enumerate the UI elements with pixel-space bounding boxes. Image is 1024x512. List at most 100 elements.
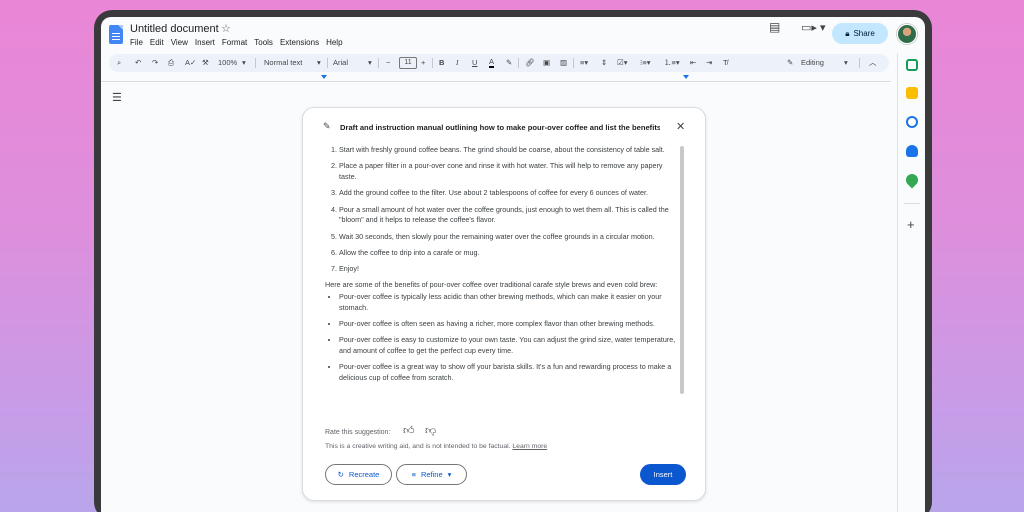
divider [378, 58, 379, 68]
editing-mode-select[interactable]: Editing [801, 57, 824, 69]
paragraph-style-select[interactable]: Normal text [264, 57, 302, 69]
menu-insert[interactable]: Insert [195, 38, 215, 47]
list-item: Wait 30 seconds, then slowly pour the re… [339, 232, 679, 243]
numbered-list-icon[interactable]: ⒈≡▾ [664, 57, 680, 69]
decrease-font-size-icon[interactable]: − [386, 57, 390, 69]
chevron-down-icon: ▾ [368, 58, 372, 67]
recreate-button[interactable]: ↻ Recreate [325, 464, 392, 485]
add-comment-icon[interactable]: ▣ [543, 57, 550, 69]
refine-icon: ≡ [411, 470, 416, 479]
paint-format-icon[interactable]: ⚒ [202, 57, 209, 69]
document-title[interactable]: Untitled document [130, 23, 219, 35]
divider [859, 58, 860, 68]
zoom-select[interactable]: 100% [218, 57, 237, 69]
list-item: Add the ground coffee to the filter. Use… [339, 188, 679, 199]
calendar-icon[interactable] [906, 59, 918, 71]
tasks-icon[interactable] [906, 116, 918, 128]
divider [573, 58, 574, 68]
highlight-icon[interactable]: ✎ [506, 57, 512, 69]
menu-tools[interactable]: Tools [254, 38, 273, 47]
meet-video-icon[interactable]: ▭▸ ▾ [801, 21, 826, 34]
menu-file[interactable]: File [130, 38, 143, 47]
docs-logo-icon[interactable] [109, 25, 123, 44]
checklist-icon[interactable]: ☑▾ [617, 57, 628, 69]
add-addon-icon[interactable]: + [907, 217, 915, 232]
disclaimer: This is a creative writing aid, and is n… [325, 443, 547, 450]
help-me-write-card: ✎ Draft and instruction manual outlining… [302, 107, 706, 501]
share-label: Share [853, 29, 875, 38]
list-item: Pour-over coffee is often seen as having… [339, 319, 679, 330]
maps-icon[interactable] [903, 171, 921, 189]
print-icon[interactable]: ⎙ [168, 57, 174, 69]
divider [518, 58, 519, 68]
underline-icon[interactable]: U [472, 57, 477, 69]
decrease-indent-icon[interactable]: ⇤ [690, 57, 696, 69]
menu-help[interactable]: Help [326, 38, 342, 47]
right-indent-marker[interactable] [683, 75, 689, 79]
prompt-text[interactable]: Draft and instruction manual outlining h… [340, 123, 660, 132]
redo-icon[interactable]: ↷ [152, 57, 158, 69]
thumbs-down-icon[interactable]: 👎︎ [425, 424, 436, 437]
line-spacing-icon[interactable]: ⇕ [601, 57, 607, 69]
pencil-icon: ✎ [787, 58, 794, 67]
suggestion-content: Start with freshly ground coffee beans. … [325, 145, 679, 403]
comment-history-icon[interactable]: ▤ [769, 20, 780, 34]
divider [327, 58, 328, 68]
collapse-menus-icon[interactable]: ︿ [869, 57, 877, 69]
share-button[interactable]: 🔒︎ Share [832, 23, 888, 44]
formatting-toolbar: ⌕ ↶ ↷ ⎙ A✓ ⚒ 100% ▾ Normal text ▾ Arial … [109, 54, 889, 72]
close-icon[interactable]: ✕ [676, 120, 685, 133]
list-item: Pour a small amount of hot water over th… [339, 205, 679, 226]
list-item: Place a paper filter in a pour-over cone… [339, 161, 679, 182]
text-color-icon[interactable]: A [489, 57, 495, 68]
align-icon[interactable]: ≡▾ [580, 57, 588, 69]
menu-edit[interactable]: Edit [150, 38, 164, 47]
spellcheck-icon[interactable]: A✓ [185, 57, 196, 69]
divider [904, 203, 920, 204]
undo-icon[interactable]: ↶ [135, 57, 141, 69]
chevron-down-icon: ▾ [317, 58, 321, 67]
refine-button[interactable]: ≡ Refine ▾ [396, 464, 467, 485]
divider [432, 58, 433, 68]
document-outline-icon[interactable]: ☰ [112, 91, 122, 104]
contacts-icon[interactable] [906, 145, 918, 157]
increase-indent-icon[interactable]: ⇥ [706, 57, 712, 69]
italic-icon[interactable]: I [456, 57, 459, 69]
lock-icon: 🔒︎ [845, 28, 850, 38]
recreate-label: Recreate [348, 470, 380, 479]
left-indent-marker[interactable] [321, 75, 327, 79]
divider [255, 58, 256, 68]
font-select[interactable]: Arial [333, 57, 348, 69]
side-panel: + [897, 53, 925, 512]
list-item: Pour-over coffee is easy to customize to… [339, 335, 679, 356]
insert-button[interactable]: Insert [640, 464, 686, 485]
keep-icon[interactable] [906, 87, 918, 99]
ruler [101, 81, 891, 82]
refresh-icon: ↻ [337, 470, 344, 479]
search-menus-icon[interactable]: ⌕ [117, 57, 121, 69]
chevron-down-icon: ▾ [242, 58, 246, 67]
font-size-input[interactable]: 11 [399, 57, 417, 69]
clear-formatting-icon[interactable]: T̸ [723, 57, 728, 69]
thumbs-up-icon[interactable]: 👍︎ [403, 424, 415, 437]
avatar[interactable] [897, 24, 917, 44]
bulleted-list-icon[interactable]: ⁝≡▾ [640, 57, 651, 69]
menu-extensions[interactable]: Extensions [280, 38, 319, 47]
learn-more-link[interactable]: Learn more [512, 443, 547, 450]
insert-image-icon[interactable]: ▨ [560, 57, 567, 69]
benefits-intro: Here are some of the benefits of pour-ov… [325, 280, 658, 290]
benefits-list: Pour-over coffee is typically less acidi… [325, 292, 679, 384]
star-icon[interactable]: ☆ [221, 22, 231, 35]
list-item: Allow the coffee to drip into a carafe o… [339, 248, 679, 259]
list-item: Pour-over coffee is a great way to show … [339, 362, 679, 383]
link-icon[interactable]: 🔗︎ [525, 57, 535, 69]
rate-label: Rate this suggestion: [325, 429, 391, 436]
scrollbar[interactable] [680, 146, 684, 394]
refine-label: Refine [420, 470, 443, 479]
bold-icon[interactable]: B [439, 57, 444, 69]
menu-view[interactable]: View [171, 38, 188, 47]
increase-font-size-icon[interactable]: + [421, 57, 425, 69]
title-bar: Untitled document ☆ File Edit View Inser… [101, 17, 925, 53]
list-item: Pour-over coffee is typically less acidi… [339, 292, 679, 313]
menu-format[interactable]: Format [222, 38, 247, 47]
